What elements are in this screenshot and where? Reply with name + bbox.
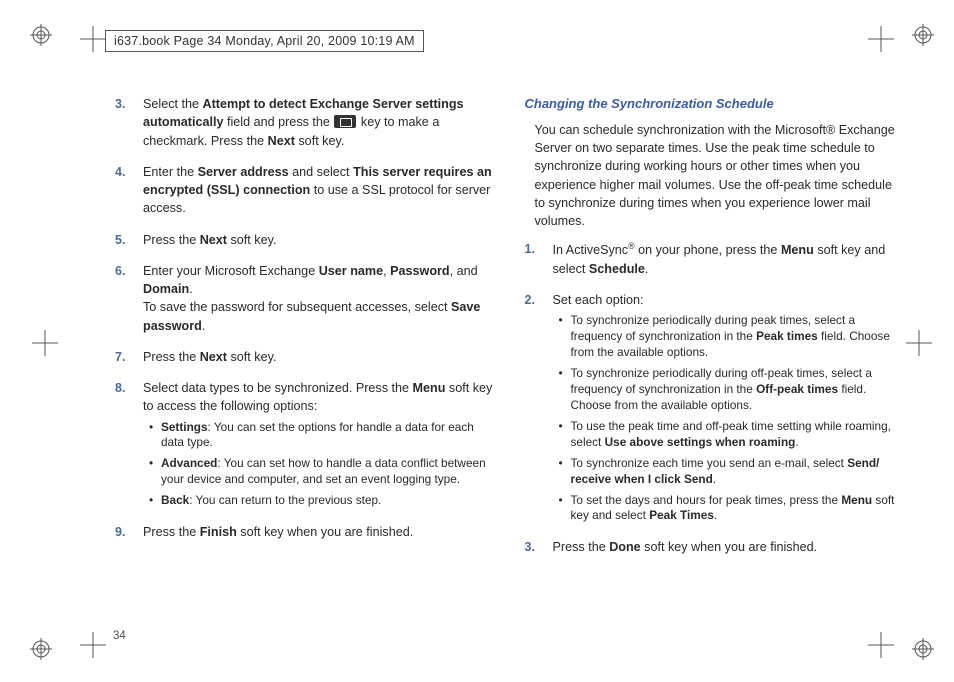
- registration-mark-icon: [30, 638, 52, 660]
- step-number: 5.: [115, 231, 143, 253]
- center-key-icon: [334, 115, 356, 128]
- section-heading: Changing the Synchronization Schedule: [525, 95, 905, 114]
- bullet-item: To set the days and hours for peak times…: [559, 493, 905, 525]
- step-number: 4.: [115, 163, 143, 222]
- bullet-item: Settings: You can set the options for ha…: [149, 420, 495, 452]
- step-number: 3.: [115, 95, 143, 154]
- step-text: Press the Next soft key.: [143, 348, 495, 366]
- bullet-list: To synchronize periodically during peak …: [559, 313, 905, 524]
- step-text: Press the Next soft key.: [143, 231, 495, 249]
- step-body: Select data types to be synchronized. Pr…: [143, 379, 495, 514]
- crop-mark-icon: [32, 330, 58, 356]
- step-body: Enter the Server address and select This…: [143, 163, 495, 222]
- crop-mark-icon: [80, 26, 106, 52]
- step-body: Set each option: To synchronize periodica…: [553, 291, 905, 529]
- step-item: 7.Press the Next soft key.: [115, 348, 495, 370]
- step-item: 2.Set each option: To synchronize periodi…: [525, 291, 905, 529]
- bullet-item: Back: You can return to the previous ste…: [149, 493, 495, 509]
- step-item: 8.Select data types to be synchronized. …: [115, 379, 495, 514]
- step-text: Enter your Microsoft Exchange User name,…: [143, 262, 495, 335]
- step-item: 3.Press the Done soft key when you are f…: [525, 538, 905, 560]
- crop-mark-icon: [906, 330, 932, 356]
- step-body: Press the Finish soft key when you are f…: [143, 523, 495, 545]
- step-item: 4.Enter the Server address and select Th…: [115, 163, 495, 222]
- bullet-item: To use the peak time and off-peak time s…: [559, 419, 905, 451]
- step-number: 9.: [115, 523, 143, 545]
- bullet-item: To synchronize periodically during off-p…: [559, 366, 905, 414]
- bullet-item: To synchronize periodically during peak …: [559, 313, 905, 361]
- page-number: 34: [113, 630, 126, 642]
- registration-mark-icon: [912, 638, 934, 660]
- step-number: 2.: [525, 291, 553, 529]
- step-text: In ActiveSync® on your phone, press the …: [553, 240, 905, 278]
- step-item: 9.Press the Finish soft key when you are…: [115, 523, 495, 545]
- left-column: 3.Select the Attempt to detect Exchange …: [115, 95, 495, 652]
- step-number: 6.: [115, 262, 143, 339]
- step-item: 1.In ActiveSync® on your phone, press th…: [525, 240, 905, 282]
- registration-mark-icon: [30, 24, 52, 46]
- step-text: Select data types to be synchronized. Pr…: [143, 379, 495, 416]
- right-column: Changing the Synchronization Schedule Yo…: [525, 95, 905, 652]
- step-number: 3.: [525, 538, 553, 560]
- bullet-list: Settings: You can set the options for ha…: [149, 420, 495, 510]
- page-content: 3.Select the Attempt to detect Exchange …: [115, 95, 904, 652]
- step-text: Select the Attempt to detect Exchange Se…: [143, 95, 495, 150]
- step-text: Set each option:: [553, 291, 905, 309]
- step-item: 3.Select the Attempt to detect Exchange …: [115, 95, 495, 154]
- step-number: 8.: [115, 379, 143, 514]
- step-text: Press the Finish soft key when you are f…: [143, 523, 495, 541]
- page-header: i637.book Page 34 Monday, April 20, 2009…: [105, 30, 424, 52]
- step-text: Enter the Server address and select This…: [143, 163, 495, 218]
- step-body: Press the Done soft key when you are fin…: [553, 538, 905, 560]
- step-body: Press the Next soft key.: [143, 348, 495, 370]
- registration-mark-icon: [912, 24, 934, 46]
- step-item: 5.Press the Next soft key.: [115, 231, 495, 253]
- step-number: 7.: [115, 348, 143, 370]
- step-item: 6.Enter your Microsoft Exchange User nam…: [115, 262, 495, 339]
- step-body: Enter your Microsoft Exchange User name,…: [143, 262, 495, 339]
- step-body: Press the Next soft key.: [143, 231, 495, 253]
- step-body: Select the Attempt to detect Exchange Se…: [143, 95, 495, 154]
- crop-mark-icon: [80, 632, 106, 658]
- step-body: In ActiveSync® on your phone, press the …: [553, 240, 905, 282]
- step-text: Press the Done soft key when you are fin…: [553, 538, 905, 556]
- bullet-item: To synchronize each time you send an e-m…: [559, 456, 905, 488]
- section-intro: You can schedule synchronization with th…: [535, 121, 905, 231]
- step-number: 1.: [525, 240, 553, 282]
- crop-mark-icon: [868, 26, 894, 52]
- bullet-item: Advanced: You can set how to handle a da…: [149, 456, 495, 488]
